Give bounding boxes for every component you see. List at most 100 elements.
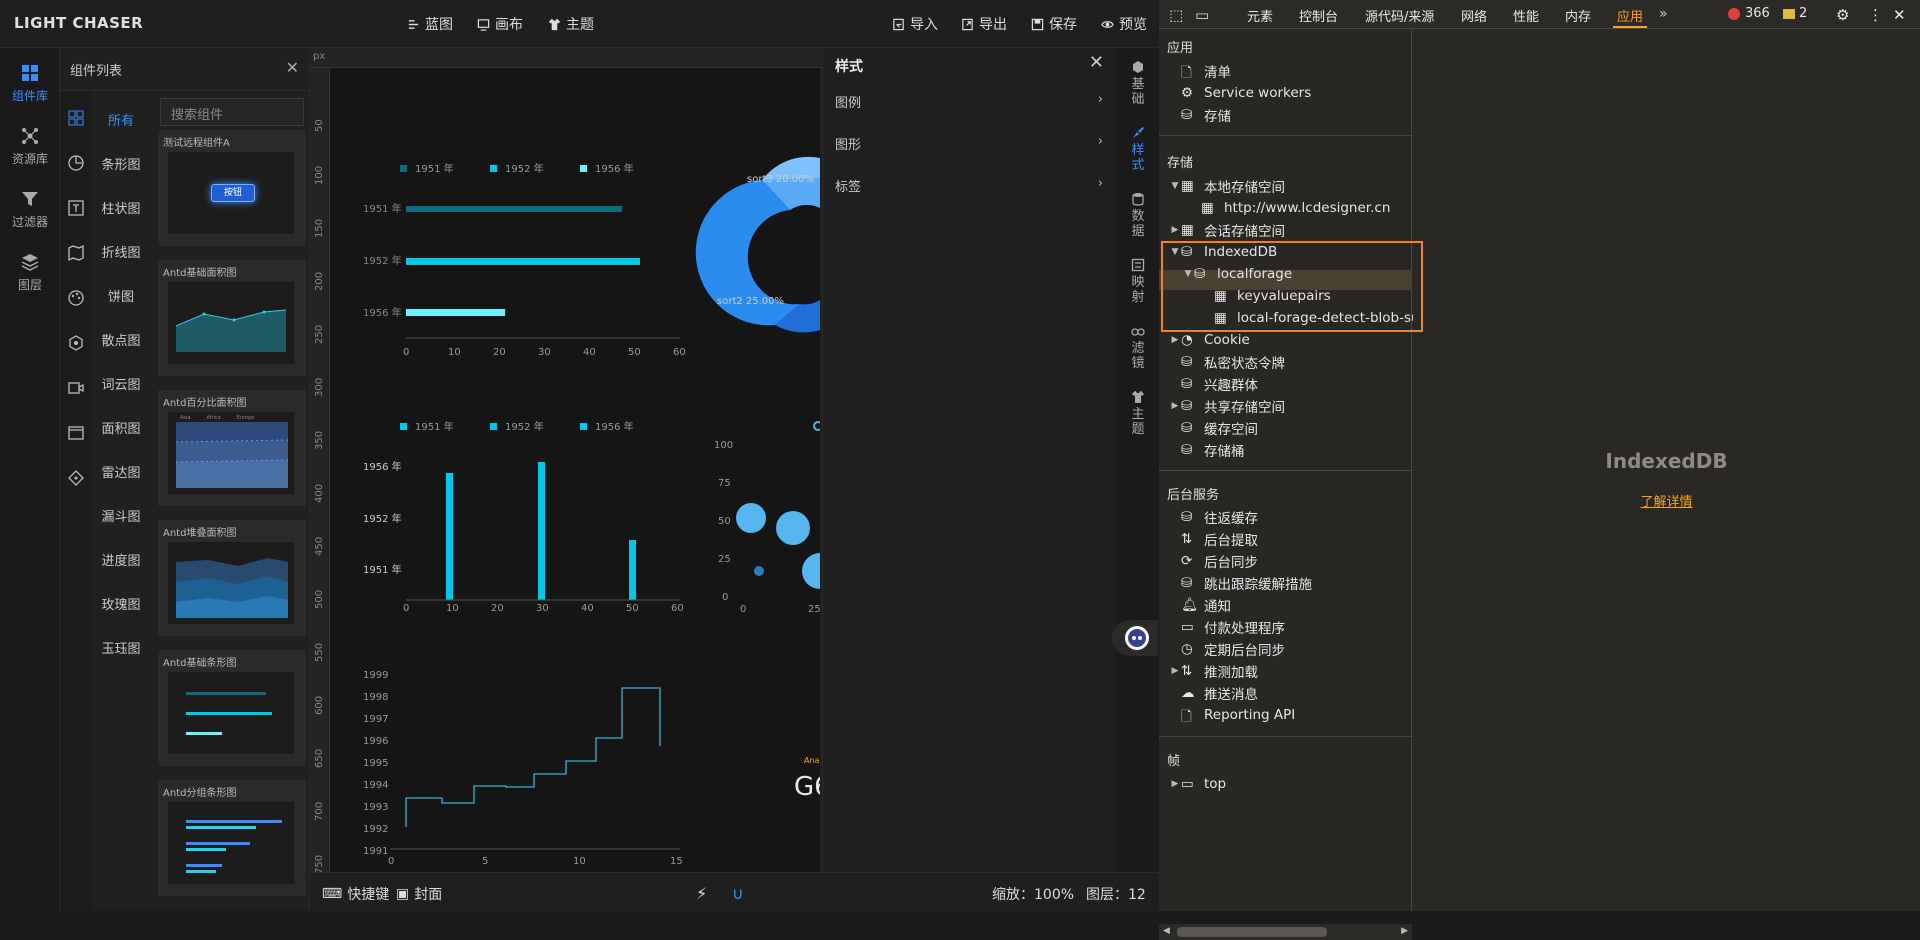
item-session-storage[interactable]: ▶ ▦ 会话存储空间 [1169,219,1285,241]
component-card[interactable]: Antd分组条形图 [158,780,306,896]
item-cookie[interactable]: ▶ ◔ Cookie [1169,329,1250,351]
tab-sources[interactable]: 源代码/来源 [1365,6,1434,25]
category-area[interactable]: 面积图 [92,418,150,437]
component-search-input[interactable]: 搜索组件 [160,98,304,126]
component-card[interactable]: Antd基础面积图 [158,260,306,376]
category-bar[interactable]: 条形图 [92,154,150,173]
nav-filter[interactable]: 过滤器 [0,182,60,232]
map-icon[interactable] [67,244,85,262]
category-progress[interactable]: 进度图 [92,550,150,569]
chart-pie-icon[interactable] [67,154,85,172]
item-storage[interactable]: ⛁ 存储 [1181,104,1231,126]
tab-console[interactable]: 控制台 [1299,6,1338,25]
assistant-bot[interactable] [1112,620,1158,656]
canvas-button[interactable]: 画布 [477,14,523,34]
category-rose[interactable]: 玫瑰图 [92,594,150,613]
item-cache-storage[interactable]: ⛁ 缓存空间 [1181,417,1258,439]
learn-more-link[interactable]: 了解详情 [1413,491,1920,510]
item-reporting-api[interactable]: 🗋 Reporting API [1181,704,1295,726]
item-local-origin[interactable]: ▦ http://www.lcdesigner.cn [1201,197,1390,219]
scroll-right-icon[interactable]: ▶ [1401,926,1408,936]
export-button[interactable]: 导出 [961,14,1007,34]
style-row-shape[interactable]: 图形 › [835,134,1107,153]
item-notifications[interactable]: 🔔︎ 通知 [1181,594,1231,616]
tab-data[interactable]: 数据 [1128,192,1148,239]
save-button[interactable]: 保存 [1031,14,1077,34]
text-icon[interactable] [67,199,85,217]
kebab-menu-icon[interactable]: ⋮ [1868,6,1883,24]
tab-elements[interactable]: 元素 [1247,6,1273,25]
tab-performance[interactable]: 性能 [1513,6,1539,25]
window-icon[interactable] [67,424,85,442]
diamond-icon[interactable] [67,469,85,487]
style-row-legend[interactable]: 图例 › [835,92,1107,111]
nav-resource-library[interactable]: 资源库 [0,119,60,169]
video-icon[interactable] [67,379,85,397]
close-icon[interactable]: ✕ [1089,52,1104,73]
item-shared-storage[interactable]: ▶ ⛁ 共享存储空间 [1169,395,1285,417]
item-private-state-tokens[interactable]: ⛁ 私密状态令牌 [1181,351,1285,373]
tab-basic[interactable]: 基础 [1128,60,1148,107]
tab-network[interactable]: 网络 [1461,6,1487,25]
item-bounce-tracking[interactable]: ⛁ 跳出跟踪缓解措施 [1181,572,1312,594]
design-canvas[interactable]: 1951 年 1952 年 1956 年 1951 年 1952 年 1956 … [330,68,820,872]
item-payment-handler[interactable]: ▭ 付款处理程序 [1181,616,1285,638]
tab-theme[interactable]: 主题 [1128,390,1148,437]
category-pie[interactable]: 饼图 [92,286,150,305]
item-push-messaging[interactable]: ☁ 推送消息 [1181,682,1258,704]
inspect-icon[interactable]: ⬚ [1169,6,1183,24]
item-local-storage[interactable]: ▼ ▦ 本地存储空间 [1169,175,1285,197]
item-service-workers[interactable]: ⚙ Service workers [1181,82,1311,104]
category-scatter[interactable]: 散点图 [92,330,150,349]
item-periodic-sync[interactable]: ◷ 定期后台同步 [1181,638,1285,660]
close-icon[interactable]: ✕ [1893,6,1906,24]
category-all[interactable]: 所有 [92,110,150,129]
item-manifest[interactable]: 🗋 清单 [1181,60,1231,82]
component-card[interactable]: Antd基础条形图 [158,650,306,766]
warning-count[interactable]: 2 [1799,6,1807,21]
category-funnel[interactable]: 漏斗图 [92,506,150,525]
item-storage-buckets[interactable]: ⛁ 存储桶 [1181,439,1245,461]
item-bg-fetch[interactable]: ⇅ 后台提取 [1181,528,1258,550]
component-card[interactable]: 测试远程组件A 按钮 [158,130,306,246]
tab-filter[interactable]: 滤镜 [1128,324,1148,371]
category-wordcloud[interactable]: 词云图 [92,374,150,393]
item-bg-sync[interactable]: ⟳ 后台同步 [1181,550,1258,572]
import-button[interactable]: 导入 [892,14,938,34]
scrollbar-thumb[interactable] [1177,927,1327,937]
nav-layers[interactable]: 图层 [0,245,60,295]
category-jade[interactable]: 玉珏图 [92,638,150,657]
category-line[interactable]: 折线图 [92,242,150,261]
theme-button[interactable]: 主题 [548,14,594,34]
tab-mapping[interactable]: 映射 [1128,258,1148,305]
item-interest-groups[interactable]: ⛁ 兴趣群体 [1181,373,1258,395]
tab-memory[interactable]: 内存 [1565,6,1591,25]
grid-icon[interactable] [67,109,85,127]
palette-icon[interactable] [67,289,85,307]
blueprint-button[interactable]: 蓝图 [407,14,453,34]
close-icon[interactable]: ✕ [286,58,299,77]
more-tabs-icon[interactable]: » [1659,6,1668,22]
scroll-left-icon[interactable]: ◀ [1163,926,1170,936]
shortcut-button[interactable]: ⌨ 快捷键 [322,884,389,904]
preview-button[interactable]: 预览 [1101,14,1147,34]
tab-application[interactable]: 应用 [1617,6,1643,25]
horizontal-scrollbar[interactable]: ◀ ▶ [1159,924,1412,940]
component-card[interactable]: Antd百分比面积图 Asia Africa Europe [158,390,306,506]
category-column[interactable]: 柱状图 [92,198,150,217]
error-count[interactable]: 366 [1745,6,1770,21]
style-row-label-section[interactable]: 标签 › [835,176,1107,195]
device-toggle-icon[interactable]: ▭ [1195,6,1209,24]
category-radar[interactable]: 雷达图 [92,462,150,481]
gear-icon[interactable]: ⚙ [1836,6,1849,24]
item-speculative-loads[interactable]: ▶ ⇅ 推测加载 [1169,660,1258,682]
item-frame-top[interactable]: ▶ ▭ top [1169,773,1227,795]
magnet-icon[interactable]: ∪ [732,884,744,903]
component-card[interactable]: Antd堆叠面积图 [158,520,306,636]
nav-component-library[interactable]: 组件库 [0,56,60,106]
tab-style[interactable]: 样式 [1128,126,1148,173]
lightning-icon[interactable]: ⚡ [696,884,707,903]
item-bfcache[interactable]: ⛁ 往返缓存 [1181,506,1258,528]
cube-icon[interactable] [67,334,85,352]
cover-button[interactable]: ▣ 封面 [396,884,442,904]
